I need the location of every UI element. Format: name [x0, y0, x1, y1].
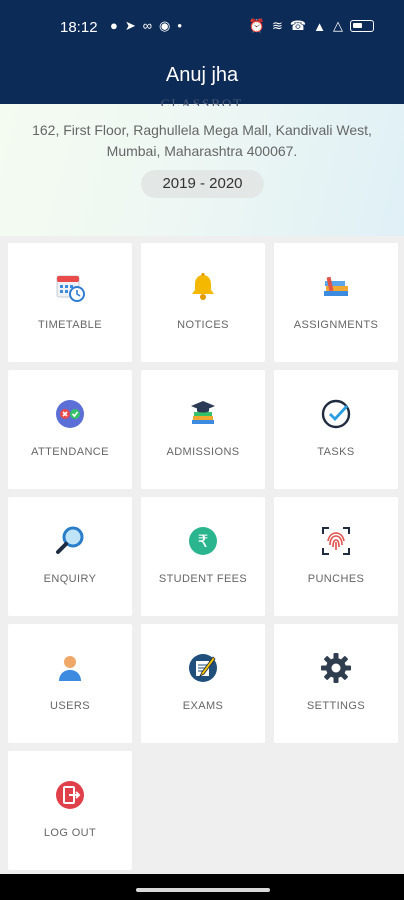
school-address: 162, First Floor, Raghullela Mega Mall, … [32, 122, 372, 159]
signal-2-icon: △ [333, 18, 343, 33]
school-name: CLASSBOT [160, 96, 244, 106]
notification-icons: ● ➤ ∞ ◉ • [110, 18, 182, 34]
bell-icon [192, 273, 214, 300]
magnifier-icon [56, 526, 84, 554]
books-icon [324, 276, 348, 296]
logout-icon [56, 781, 84, 809]
tile-users[interactable]: USERS [8, 624, 132, 743]
system-nav-bar [0, 874, 404, 900]
tile-label: TASKS [317, 446, 355, 458]
tile-punches[interactable]: PUNCHES [274, 497, 398, 616]
link-icon: ∞ [142, 18, 153, 33]
chat-icon: ● [110, 18, 118, 33]
tile-label: USERS [50, 700, 90, 712]
tile-enquiry[interactable]: ENQUIRY [8, 497, 132, 616]
tile-label: EXAMS [182, 700, 224, 712]
tile-log-out[interactable]: LOG OUT [8, 751, 132, 870]
fingerprint-icon [322, 527, 350, 555]
tile-settings[interactable]: SETTINGS [274, 624, 398, 743]
tile-label: PUNCHES [307, 573, 365, 585]
exam-pencil-icon [189, 654, 217, 682]
home-gesture-handle[interactable] [136, 888, 270, 892]
tile-label: NOTICES [177, 319, 229, 331]
tile-label: ASSIGNMENTS [293, 319, 379, 331]
tile-label: ADMISSIONS [166, 446, 240, 458]
tile-notices[interactable]: NOTICES [141, 243, 265, 362]
school-info-banner: CLASSBOT 162, First Floor, Raghullela Me… [0, 96, 404, 236]
battery-icon [350, 20, 374, 32]
system-icons: ⏰ ≋ ☎ ▲ △ [249, 18, 374, 34]
tile-label: ENQUIRY [43, 573, 97, 585]
messenger-icon: ◉ [159, 18, 171, 33]
tile-label: STUDENT FEES [158, 573, 248, 585]
status-time: 18:12 [60, 19, 98, 36]
tile-exams[interactable]: EXAMS [141, 624, 265, 743]
tile-student-fees[interactable]: ₹ STUDENT FEES [141, 497, 265, 616]
tile-tasks[interactable]: TASKS [274, 370, 398, 489]
svg-text:₹: ₹ [198, 532, 209, 552]
tile-label: ATTENDANCE [31, 446, 109, 458]
graduation-cap-icon [191, 401, 215, 424]
dot-icon: • [177, 18, 182, 33]
wifi-icon: ≋ [272, 18, 283, 33]
tile-label: SETTINGS [306, 700, 366, 712]
tile-admissions[interactable]: ADMISSIONS [141, 370, 265, 489]
tile-attendance[interactable]: ATTENDANCE [8, 370, 132, 489]
user-icon [59, 656, 81, 681]
status-bar: 18:12 ● ➤ ∞ ◉ • ⏰ ≋ ☎ ▲ △ [0, 0, 404, 56]
tile-label: TIMETABLE [38, 319, 102, 331]
attendance-icon [56, 400, 84, 428]
wifi-call-icon: ☎ [289, 18, 307, 33]
user-name-title: Anuj jha [165, 64, 239, 86]
signal-icon: ▲ [313, 18, 326, 34]
tile-label: LOG OUT [43, 827, 97, 839]
alarm-icon: ⏰ [248, 18, 266, 33]
gear-icon [321, 653, 351, 683]
tile-assignments[interactable]: ASSIGNMENTS [274, 243, 398, 362]
academic-year-pill[interactable]: 2019 - 2020 [141, 170, 264, 198]
check-circle-icon [321, 399, 351, 429]
tile-timetable[interactable]: TIMETABLE [8, 243, 132, 362]
telegram-icon: ➤ [124, 18, 136, 33]
rupee-icon: ₹ [189, 527, 217, 555]
calendar-clock-icon [56, 275, 85, 302]
